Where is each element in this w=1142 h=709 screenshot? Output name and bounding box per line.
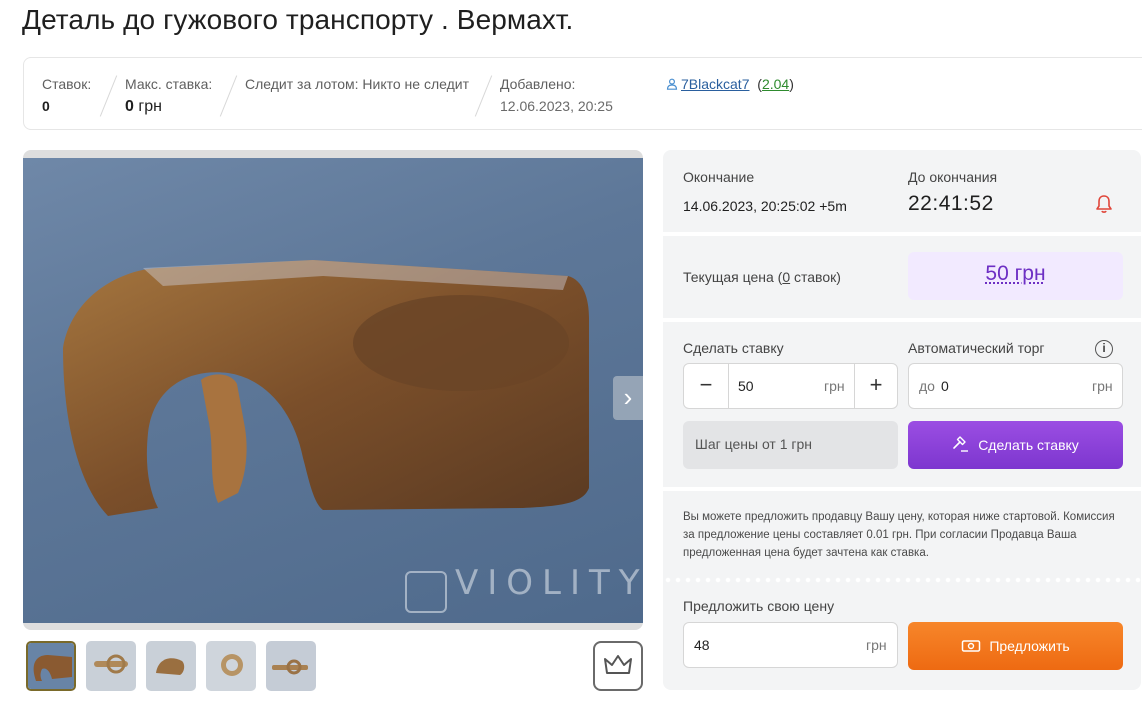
watermark-text: VIOLITY [455, 563, 643, 603]
bid-panel: Сделать ставку Автоматический торг i − 5… [663, 322, 1141, 487]
thumbnail[interactable] [146, 641, 196, 691]
ending-value: 14.06.2023, 20:25:02 +5m [683, 198, 847, 214]
info-icon[interactable]: i [1095, 340, 1113, 358]
next-photo-arrow[interactable]: › [613, 376, 643, 420]
offer-price-input[interactable]: 48 грн [683, 622, 898, 668]
gavel-icon [953, 436, 969, 452]
auto-bid-input[interactable]: до 0 грн [908, 363, 1123, 409]
main-photo[interactable]: › VIOLITY [23, 158, 643, 623]
countdown-timer: 22:41:52 [908, 192, 994, 215]
auction-timing-panel: Окончание 14.06.2023, 20:25:02 +5m До ок… [663, 150, 1141, 232]
item-photo-illustration [63, 260, 589, 516]
offer-panel: Предложить свою цену 48 грн Предложить [663, 584, 1141, 690]
money-icon [962, 640, 981, 652]
place-bid-button[interactable]: Сделать ставку [908, 421, 1123, 469]
bid-label: Сделать ставку [683, 340, 784, 356]
seller-info: 7Blackcat7 (2.04) [666, 76, 794, 92]
offer-note-text: Вы можете предложить продавцу Вашу цену,… [683, 511, 1115, 559]
ending-label: Окончание [683, 169, 755, 185]
lot-title: Деталь до гужового транспорту . Вермахт. [22, 4, 574, 35]
offer-note-panel: Вы можете предложить продавцу Вашу цену,… [663, 491, 1141, 577]
user-icon [666, 78, 678, 90]
bell-icon[interactable] [1095, 194, 1113, 214]
added-value: 12.06.2023, 20:25 [500, 98, 613, 114]
added-date: Добавлено: 12.06.2023, 20:25 [500, 76, 613, 114]
crown-watermark-icon [405, 571, 447, 613]
make-offer-button[interactable]: Предложить [908, 622, 1123, 670]
place-bid-label: Сделать ставку [978, 437, 1079, 453]
thumbnail[interactable] [266, 641, 316, 691]
crown-button[interactable] [593, 641, 643, 691]
price-step-note: Шаг цены от 1 грн [683, 421, 898, 469]
photo-gallery: › VIOLITY [23, 150, 643, 630]
make-offer-label: Предложить [989, 638, 1070, 654]
divider [219, 75, 238, 117]
seller-rating-link[interactable]: 2.04 [762, 76, 789, 92]
decrease-bid-button[interactable]: − [684, 364, 728, 408]
thumbnail[interactable] [206, 641, 256, 691]
auto-bid-label: Автоматический торг [908, 340, 1045, 356]
offer-label: Предложить свою цену [683, 598, 835, 614]
thumbnail[interactable] [86, 641, 136, 691]
crown-icon [604, 655, 632, 674]
bid-unit: грн [824, 378, 845, 394]
divider [99, 75, 118, 117]
bids-count: Ставок: 0 [42, 76, 91, 114]
increase-bid-button[interactable]: + [854, 364, 898, 408]
bid-stepper: − 50 грн + [683, 363, 898, 409]
offer-price-unit: грн [866, 637, 887, 653]
auto-bid-value[interactable]: 0 [941, 378, 949, 394]
watchers: Следит за лотом: Никто не следит [245, 76, 469, 92]
current-price-box: 50 грн [908, 252, 1123, 300]
thumbnail[interactable] [26, 641, 76, 691]
lot-stats-bar: Ставок: 0 Макс. ставка: 0 грн Следит за … [23, 57, 1142, 130]
divider [474, 75, 493, 117]
bids-count-link[interactable]: 0 [782, 269, 790, 285]
bids-value: 0 [42, 98, 50, 114]
auto-bid-prefix: до [919, 378, 935, 394]
current-price-label: Текущая цена (0 ставок) [683, 269, 841, 285]
max-bid-label: Макс. ставка: [125, 76, 213, 92]
max-bid-unit: грн [138, 98, 162, 115]
max-bid: Макс. ставка: 0 грн [125, 76, 212, 116]
current-price-panel: Текущая цена (0 ставок) 50 грн [663, 236, 1141, 318]
dotted-separator [663, 576, 1141, 584]
offer-price-value[interactable]: 48 [694, 637, 710, 653]
bids-label: Ставок: [42, 76, 92, 92]
auto-bid-unit: грн [1092, 378, 1113, 394]
remaining-label: До окончания [908, 169, 998, 185]
watchers-text: Следит за лотом: Никто не следит [245, 76, 469, 92]
seller-name-link[interactable]: 7Blackcat7 [681, 76, 749, 92]
max-bid-value: 0 [125, 98, 134, 115]
current-price-value[interactable]: 50 грн [908, 262, 1123, 286]
bid-amount-input[interactable]: 50 [738, 378, 754, 394]
added-label: Добавлено: [500, 76, 576, 92]
